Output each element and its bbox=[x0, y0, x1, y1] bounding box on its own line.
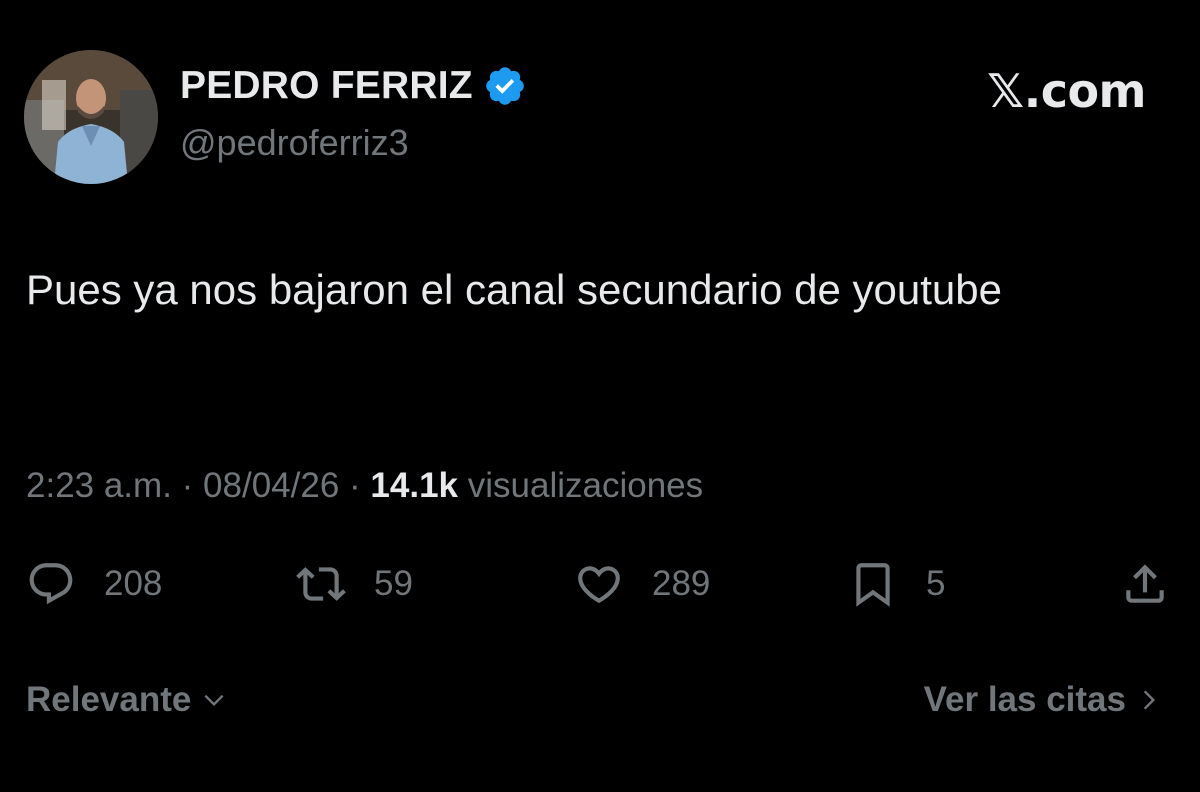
author-avatar[interactable] bbox=[24, 50, 158, 184]
chevron-right-icon bbox=[1143, 690, 1156, 710]
tweet-date[interactable]: 08/04/26 bbox=[203, 466, 339, 505]
author-name-row: PEDRO FERRIZ bbox=[180, 64, 527, 108]
x-logo: 𝕏.com bbox=[987, 64, 1146, 118]
share-button[interactable] bbox=[1120, 556, 1170, 612]
tweet-meta: 2:23 a.m. · 08/04/26 · 14.1k visualizaci… bbox=[26, 466, 703, 506]
bookmark-icon bbox=[856, 563, 890, 607]
view-quotes-link[interactable]: Ver las citas bbox=[924, 680, 1162, 720]
chevron-down-icon bbox=[204, 694, 224, 707]
reply-count: 208 bbox=[104, 564, 163, 603]
views-count[interactable]: 14.1k bbox=[370, 466, 458, 505]
author-handle[interactable]: @pedroferriz3 bbox=[180, 122, 409, 164]
repost-button[interactable]: 59 bbox=[296, 556, 413, 612]
heart-icon bbox=[578, 566, 620, 604]
repost-count: 59 bbox=[374, 564, 413, 603]
reply-button[interactable]: 208 bbox=[26, 556, 162, 612]
meta-separator: · bbox=[181, 466, 204, 505]
bookmark-button[interactable]: 5 bbox=[848, 556, 945, 612]
tweet-text: Pues ya nos bajaron el canal secundario … bbox=[26, 266, 1003, 313]
bookmark-count: 5 bbox=[926, 564, 946, 603]
share-icon bbox=[1126, 564, 1164, 603]
tweet-actions: 208 59 289 5 bbox=[26, 556, 1176, 616]
views-label: visualizaciones bbox=[467, 466, 704, 505]
like-button[interactable]: 289 bbox=[574, 556, 710, 612]
verified-badge-icon bbox=[483, 64, 527, 108]
tweet-time[interactable]: 2:23 a.m. bbox=[26, 466, 172, 505]
like-count: 289 bbox=[652, 564, 711, 603]
reply-icon bbox=[29, 563, 73, 605]
sort-dropdown[interactable]: Relevante bbox=[26, 680, 227, 720]
view-quotes-label: Ver las citas bbox=[923, 680, 1126, 719]
meta-separator: · bbox=[349, 466, 371, 505]
sort-label: Relevante bbox=[26, 680, 192, 719]
author-display-name[interactable]: PEDRO FERRIZ bbox=[180, 64, 473, 108]
repost-icon bbox=[296, 567, 346, 601]
